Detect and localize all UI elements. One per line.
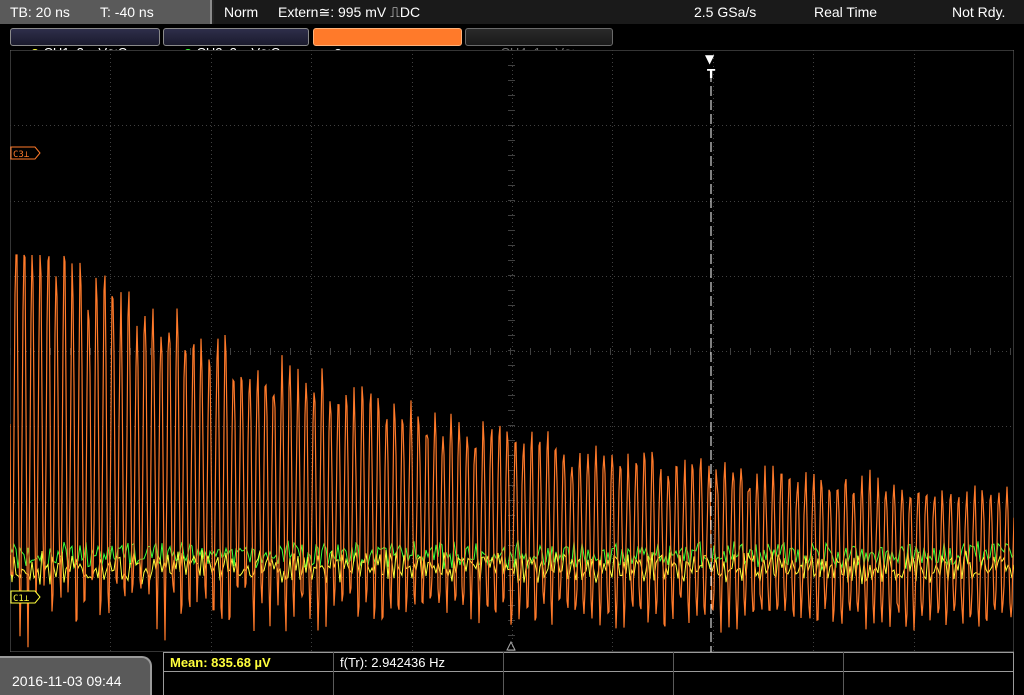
timestamp: 2016-11-03 09:44 <box>12 673 122 689</box>
status-bar: TB: 20 ns T: -40 ns Norm Extern≅: 995 mV… <box>0 0 1024 24</box>
channel-1-marker-label: C1⊥ <box>13 594 30 604</box>
date-time-panel: 2016-11-03 09:44 <box>0 656 152 695</box>
trigger-panel[interactable]: Norm Extern≅: 995 mV ⎍DC 2.5 GSa/s Real … <box>214 0 1024 24</box>
acquisition-mode: Real Time <box>814 4 878 20</box>
channel-3-button[interactable]: CH3: 1 mV≅Ω <box>313 28 462 60</box>
measurement-separator <box>503 652 504 695</box>
channel-3-marker-label: C3⊥ <box>13 150 30 160</box>
trigger-offset-value: T: -40 ns <box>100 4 154 20</box>
measurement-separator <box>333 652 334 695</box>
channel-3-ground-marker[interactable]: C3⊥ <box>10 146 41 160</box>
waveform-display[interactable]: ▼ T C3⊥ C1⊥ <box>10 50 1014 652</box>
measurement-panel[interactable] <box>163 652 1014 695</box>
channel-bar: CH1: 2 mV≅Ω CH2: 2 mV≅Ω CH3: 1 mV≅Ω CH4:… <box>0 26 1024 60</box>
channel-4-button[interactable]: CH4: 1 mV≅ <box>465 28 613 60</box>
acquisition-state: Not Rdy. <box>952 4 1006 20</box>
timebase-value: TB: 20 ns <box>10 4 70 20</box>
mean-measurement: Mean: 835.68 µV <box>170 655 271 670</box>
trigger-source: Extern≅: 995 mV ⎍DC <box>278 4 421 20</box>
sample-rate: 2.5 GSa/s <box>694 4 757 20</box>
trigger-position-icon[interactable]: ▼ <box>705 52 715 66</box>
trigger-mode: Norm <box>224 4 259 20</box>
measurement-divider-top <box>163 652 1014 653</box>
channel-2-button[interactable]: CH2: 2 mV≅Ω <box>163 28 309 60</box>
channel-1-ground-marker[interactable]: C1⊥ <box>10 590 41 604</box>
timebase-panel[interactable]: TB: 20 ns T: -40 ns <box>0 0 212 24</box>
measurement-separator <box>673 652 674 695</box>
channel-1-button[interactable]: CH1: 2 mV≅Ω <box>10 28 160 60</box>
measurement-divider-middle <box>163 671 1014 672</box>
measurement-separator <box>843 652 844 695</box>
frequency-measurement: f(Tr): 2.942436 Hz <box>340 655 446 670</box>
trigger-time-marker: T <box>707 67 716 81</box>
